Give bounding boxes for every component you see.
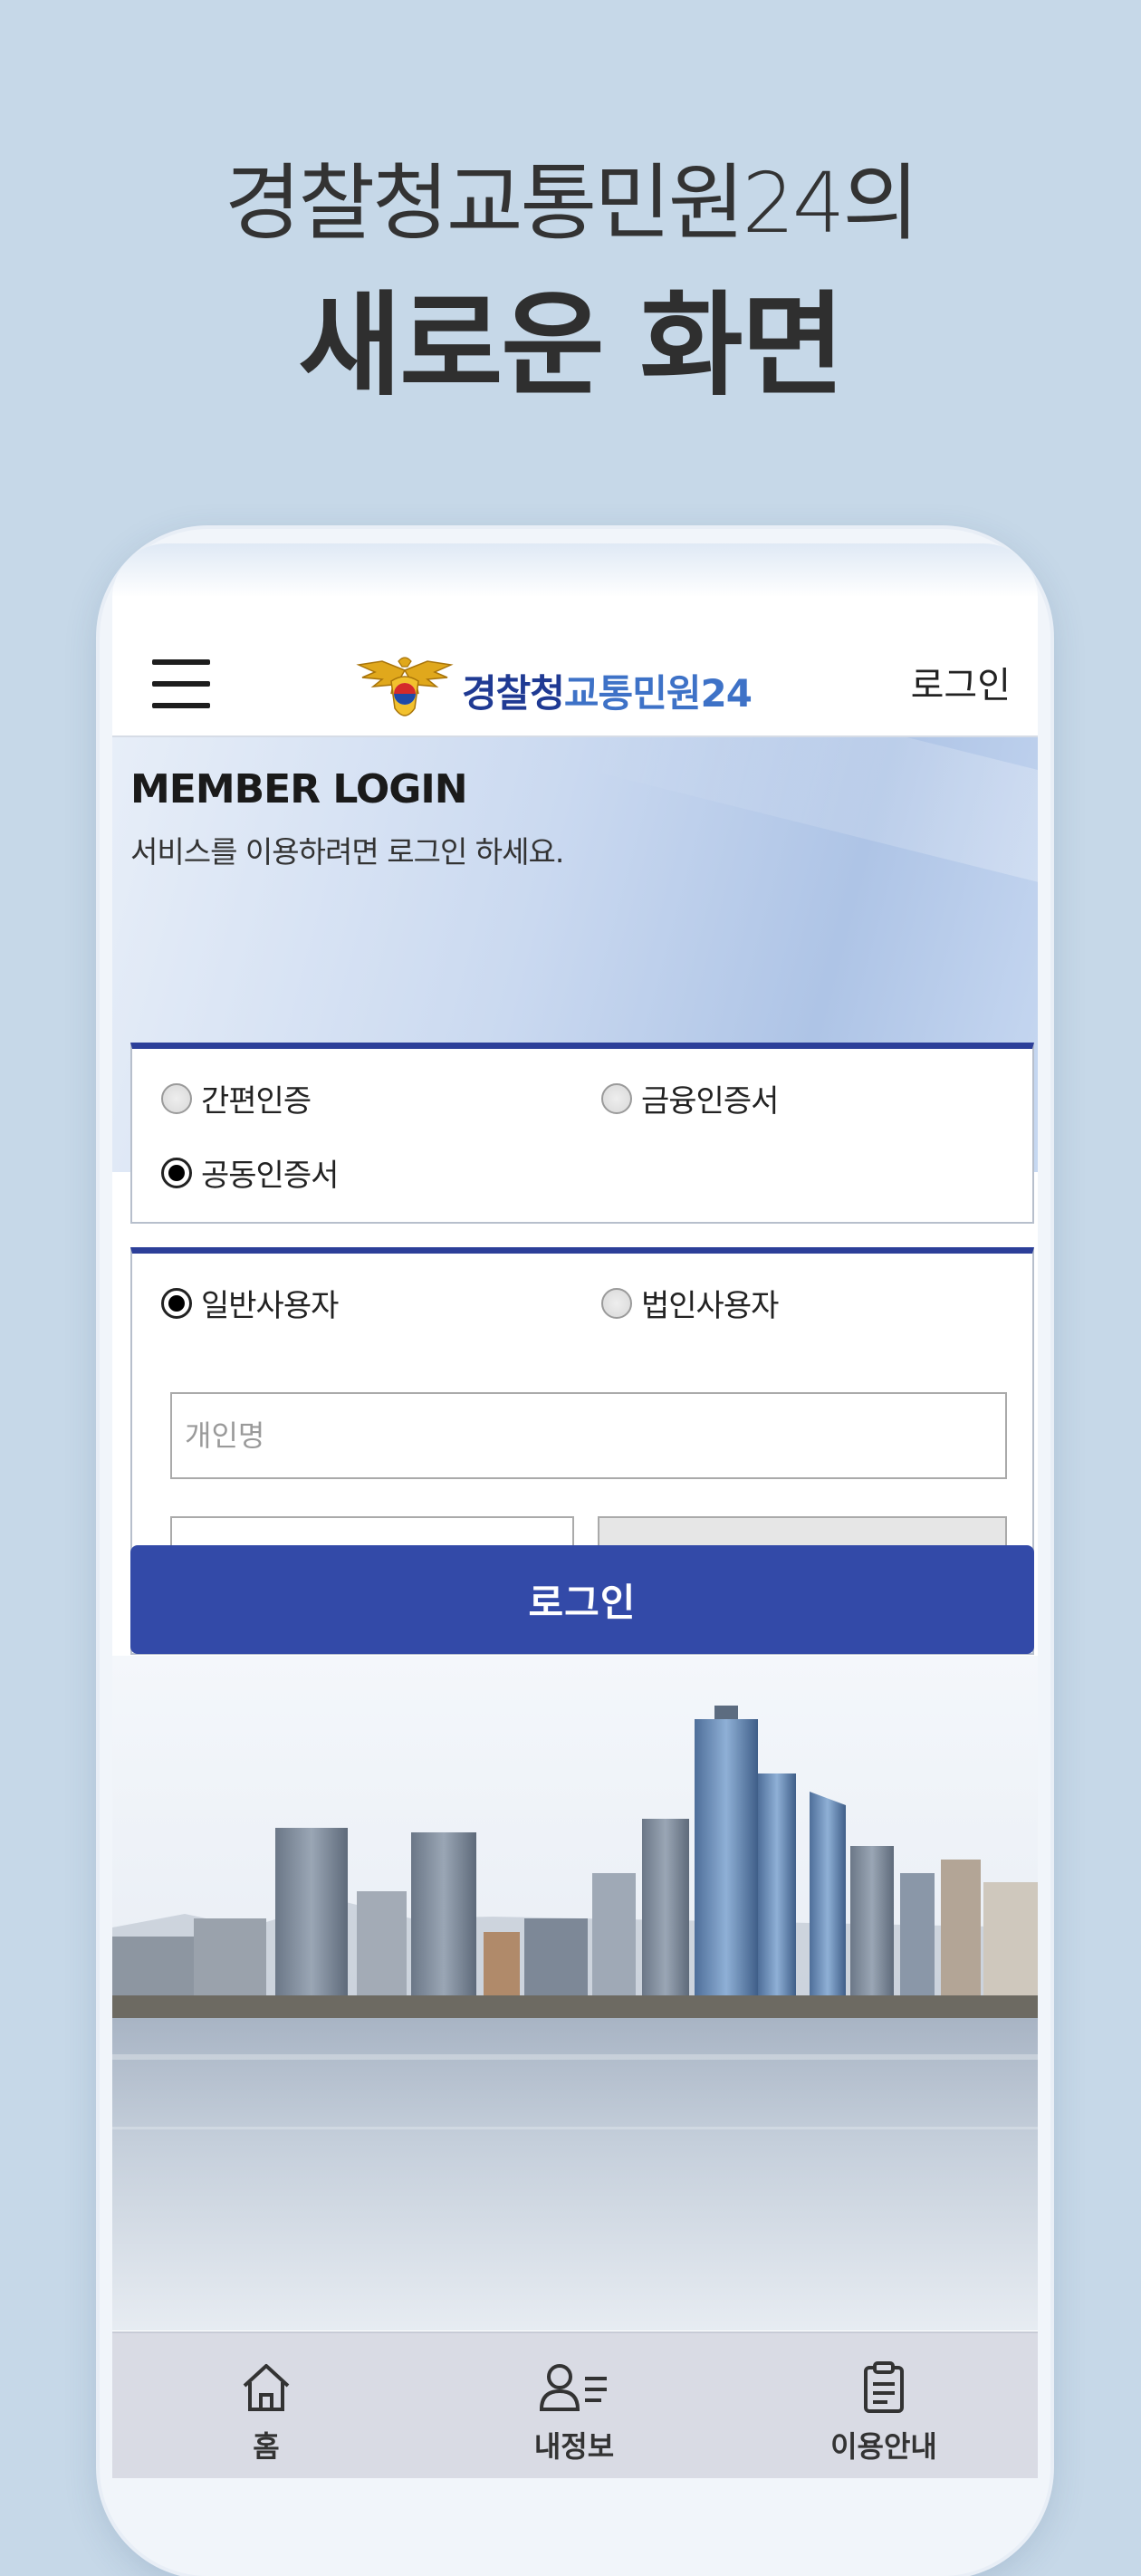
app-header: 경찰청교통민원24 로그인: [112, 596, 1038, 737]
app-screen: 경찰청교통민원24 로그인 MEMBER LOGIN 서비스를 이용하려면 로그…: [112, 596, 1038, 2478]
user-info-icon: [539, 2364, 607, 2411]
radio-circle-selected[interactable]: [161, 1157, 192, 1188]
city-skyline-image: [112, 1656, 1038, 2331]
promo-headline-line1: 경찰청교통민원24의: [224, 155, 919, 252]
radio-circle-selected[interactable]: [161, 1287, 192, 1319]
radio-joint-cert[interactable]: 공동인증서: [161, 1150, 339, 1195]
radio-circle[interactable]: [161, 1082, 192, 1114]
member-login-title: MEMBER LOGIN: [130, 766, 468, 812]
login-button[interactable]: 로그인: [130, 1545, 1034, 1654]
member-login-subtitle: 서비스를 이용하려면 로그인 하세요.: [130, 834, 564, 870]
hamburger-menu-icon[interactable]: [152, 659, 210, 710]
radio-circle[interactable]: [601, 1287, 632, 1319]
nav-home[interactable]: 홈: [112, 2333, 420, 2478]
radio-corporate-user[interactable]: 법인사용자: [601, 1281, 779, 1325]
radio-simple-auth[interactable]: 간편인증: [161, 1076, 312, 1120]
radio-label: 일반사용자: [201, 1288, 339, 1324]
app-logo[interactable]: 경찰청교통민원24: [355, 654, 753, 726]
radio-label: 공동인증서: [201, 1158, 339, 1194]
nav-guide[interactable]: 이용안내: [730, 2333, 1038, 2478]
clipboard-icon: [864, 2361, 904, 2413]
radio-individual-user[interactable]: 일반사용자: [161, 1281, 339, 1325]
name-input[interactable]: [170, 1392, 1007, 1479]
bottom-nav: 홈 내정보 이용안내: [112, 2331, 1038, 2478]
promo-headline-line2: 새로운 화면: [298, 281, 845, 411]
radio-label: 법인사용자: [641, 1288, 779, 1324]
nav-home-label: 홈: [253, 2429, 280, 2464]
nav-my-info-label: 내정보: [533, 2429, 615, 2464]
nav-my-info[interactable]: 내정보: [420, 2333, 728, 2478]
app-logo-text: 경찰청교통민원24: [462, 670, 753, 716]
nav-guide-label: 이용안내: [830, 2429, 937, 2464]
home-icon: [243, 2364, 290, 2411]
radio-label: 간편인증: [201, 1083, 312, 1120]
radio-circle[interactable]: [601, 1082, 632, 1114]
header-login-link[interactable]: 로그인: [911, 656, 1011, 708]
auth-method-box: 간편인증 금융인증서 공동인증서: [130, 1043, 1034, 1224]
phone-screen-top: [112, 543, 1038, 598]
police-emblem-icon: [356, 657, 454, 716]
radio-financial-cert[interactable]: 금융인증서: [601, 1076, 779, 1120]
radio-label: 금융인증서: [641, 1083, 779, 1120]
